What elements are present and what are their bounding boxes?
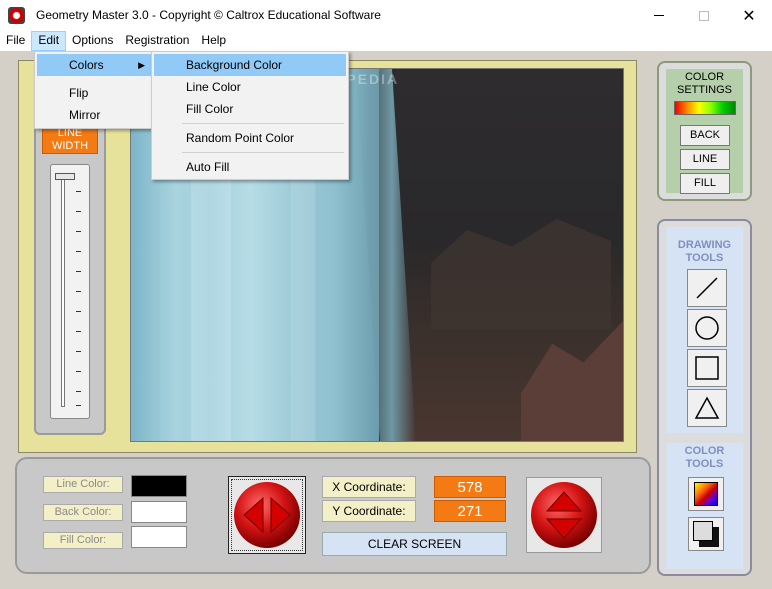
window-title: Geometry Master 3.0 - Copyright © Caltro…	[36, 8, 381, 22]
line-color-button[interactable]: LINE	[680, 149, 730, 170]
menu-item-auto-fill[interactable]: Auto Fill	[154, 156, 346, 178]
slider-tick	[76, 331, 81, 332]
slider-tick	[76, 311, 81, 312]
fill-color-swatch	[131, 526, 187, 548]
x-coordinate-value: 578	[434, 476, 506, 498]
menu-options[interactable]: Options	[66, 31, 119, 51]
up-down-arrows-icon	[531, 482, 597, 548]
circle-icon	[695, 316, 719, 340]
slider-tick	[76, 391, 81, 392]
menu-item-random-point-color[interactable]: Random Point Color	[154, 127, 346, 149]
back-color-button[interactable]: BACK	[680, 125, 730, 146]
menu-bar: File Edit Options Registration Help	[0, 31, 772, 51]
line-tool-button[interactable]	[687, 269, 727, 307]
maximize-button[interactable]	[681, 0, 727, 31]
square-icon	[695, 356, 719, 380]
line-color-label: Line Color:	[43, 476, 123, 493]
clear-screen-button[interactable]: CLEAR SCREEN	[322, 532, 507, 556]
fill-tool-button[interactable]	[688, 517, 724, 551]
fill-icon	[693, 521, 719, 547]
slider-tick	[76, 211, 81, 212]
color-spectrum[interactable]	[674, 101, 736, 115]
close-button[interactable]: ✕	[726, 0, 772, 31]
circle-tool-button[interactable]	[687, 309, 727, 347]
line-width-slider[interactable]	[50, 164, 90, 419]
edit-menu-dropdown: Colors ▶ Flip Mirror	[34, 51, 154, 129]
square-tool-button[interactable]	[687, 349, 727, 387]
drawing-tools-panel: DRAWING TOOLS COLOR TOOLS	[657, 219, 752, 576]
fill-color-label: Fill Color:	[43, 532, 123, 549]
slider-tick	[76, 191, 81, 192]
flip-vertical-button[interactable]	[526, 477, 602, 553]
color-tools-title: COLOR TOOLS	[684, 445, 725, 470]
flip-horizontal-button[interactable]	[228, 476, 306, 554]
slider-tick	[76, 291, 81, 292]
slider-tick	[76, 251, 81, 252]
drawing-tools-inner: DRAWING TOOLS	[666, 227, 743, 433]
color-settings-panel: COLOR SETTINGS BACK LINE FILL	[657, 61, 752, 201]
slider-thumb[interactable]	[55, 173, 75, 180]
menu-item-colors-label: Colors	[69, 58, 104, 72]
menu-help[interactable]: Help	[195, 31, 232, 51]
drawing-tools-title: DRAWING TOOLS	[677, 239, 732, 264]
menu-separator	[182, 152, 344, 153]
y-coordinate-label: Y Coordinate:	[322, 500, 416, 522]
triangle-icon	[694, 396, 720, 419]
menu-item-colors[interactable]: Colors ▶	[37, 54, 151, 76]
app-icon	[8, 7, 25, 24]
menu-item-fill-color[interactable]: Fill Color	[154, 98, 346, 120]
colors-submenu: Background Color Line Color Fill Color R…	[151, 51, 349, 180]
color-settings-inner: COLOR SETTINGS BACK LINE FILL	[666, 69, 743, 194]
slider-tick	[76, 351, 81, 352]
slider-tick	[76, 405, 81, 406]
color-settings-title: COLOR SETTINGS	[676, 71, 732, 96]
back-color-swatch	[131, 501, 187, 523]
color-tools-inner: COLOR TOOLS	[666, 443, 743, 569]
y-coordinate-value: 271	[434, 500, 506, 522]
slider-tick	[76, 231, 81, 232]
menu-item-mirror[interactable]: Mirror	[37, 104, 151, 126]
triangle-tool-button[interactable]	[687, 389, 727, 427]
slider-tick	[76, 371, 81, 372]
line-icon	[696, 277, 718, 299]
fill-color-button[interactable]: FILL	[680, 173, 730, 194]
submenu-arrow-icon: ▶	[138, 60, 145, 70]
menu-separator	[182, 123, 344, 124]
line-width-label: LINE WIDTH	[51, 127, 89, 152]
menu-edit[interactable]: Edit	[31, 31, 67, 51]
x-coordinate-label: X Coordinate:	[322, 476, 416, 498]
minimize-button[interactable]	[636, 0, 682, 31]
color-palette-button[interactable]	[688, 477, 724, 511]
minimize-icon	[654, 15, 664, 16]
menu-item-background-color[interactable]: Background Color	[154, 54, 346, 76]
close-icon: ✕	[742, 7, 756, 25]
slider-track	[61, 175, 65, 407]
menu-registration[interactable]: Registration	[119, 31, 195, 51]
status-panel: Line Color: Back Color: Fill Color: X Co…	[15, 457, 651, 574]
title-bar: Geometry Master 3.0 - Copyright © Caltro…	[0, 0, 772, 31]
left-right-arrows-icon	[234, 482, 300, 548]
palette-icon	[694, 482, 718, 506]
maximize-icon	[699, 10, 709, 21]
menu-file[interactable]: File	[0, 31, 31, 51]
menu-item-flip[interactable]: Flip	[37, 82, 151, 104]
menu-item-line-color[interactable]: Line Color	[154, 76, 346, 98]
slider-tick	[76, 271, 81, 272]
back-color-label: Back Color:	[43, 504, 123, 521]
line-color-swatch	[131, 475, 187, 497]
